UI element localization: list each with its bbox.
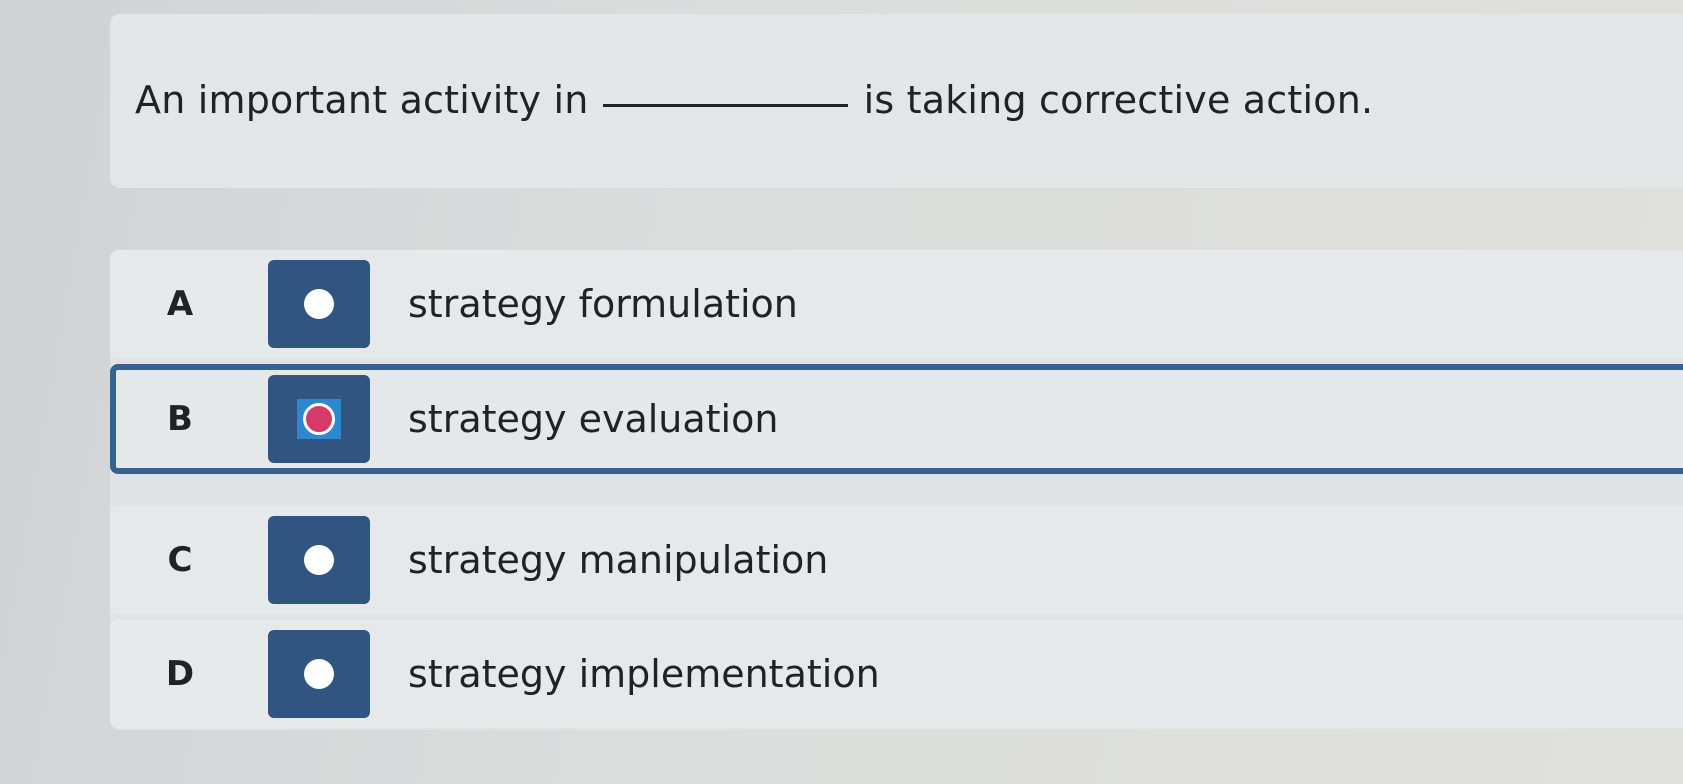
option-c[interactable]: C strategy manipulation (110, 506, 1683, 614)
question-prompt: An important activity in is taking correc… (135, 78, 1373, 122)
radio-unchecked-icon (304, 289, 334, 319)
option-letter: C (167, 540, 193, 580)
option-label: strategy evaluation (408, 397, 779, 441)
option-letter: D (165, 654, 195, 694)
radio-button-c[interactable] (268, 516, 370, 604)
radio-unchecked-icon (304, 659, 334, 689)
radio-button-d[interactable] (268, 630, 370, 718)
radio-checked-icon (303, 403, 335, 435)
option-label: strategy formulation (408, 282, 798, 326)
answer-blank (602, 104, 848, 107)
option-label: strategy implementation (408, 652, 880, 696)
radio-unchecked-icon (304, 545, 334, 575)
question-text-before: An important activity in (135, 78, 589, 122)
option-letter: B (167, 399, 193, 439)
question-text-after: is taking corrective action. (863, 78, 1374, 122)
focus-ring (297, 399, 341, 439)
option-d[interactable]: D strategy implementation (110, 620, 1683, 728)
radio-button-b[interactable] (268, 375, 370, 463)
option-a[interactable]: A strategy formulation (110, 250, 1683, 358)
radio-button-a[interactable] (268, 260, 370, 348)
option-label: strategy manipulation (408, 538, 829, 582)
option-letter: A (166, 284, 194, 324)
option-b[interactable]: B strategy evaluation (110, 364, 1683, 474)
